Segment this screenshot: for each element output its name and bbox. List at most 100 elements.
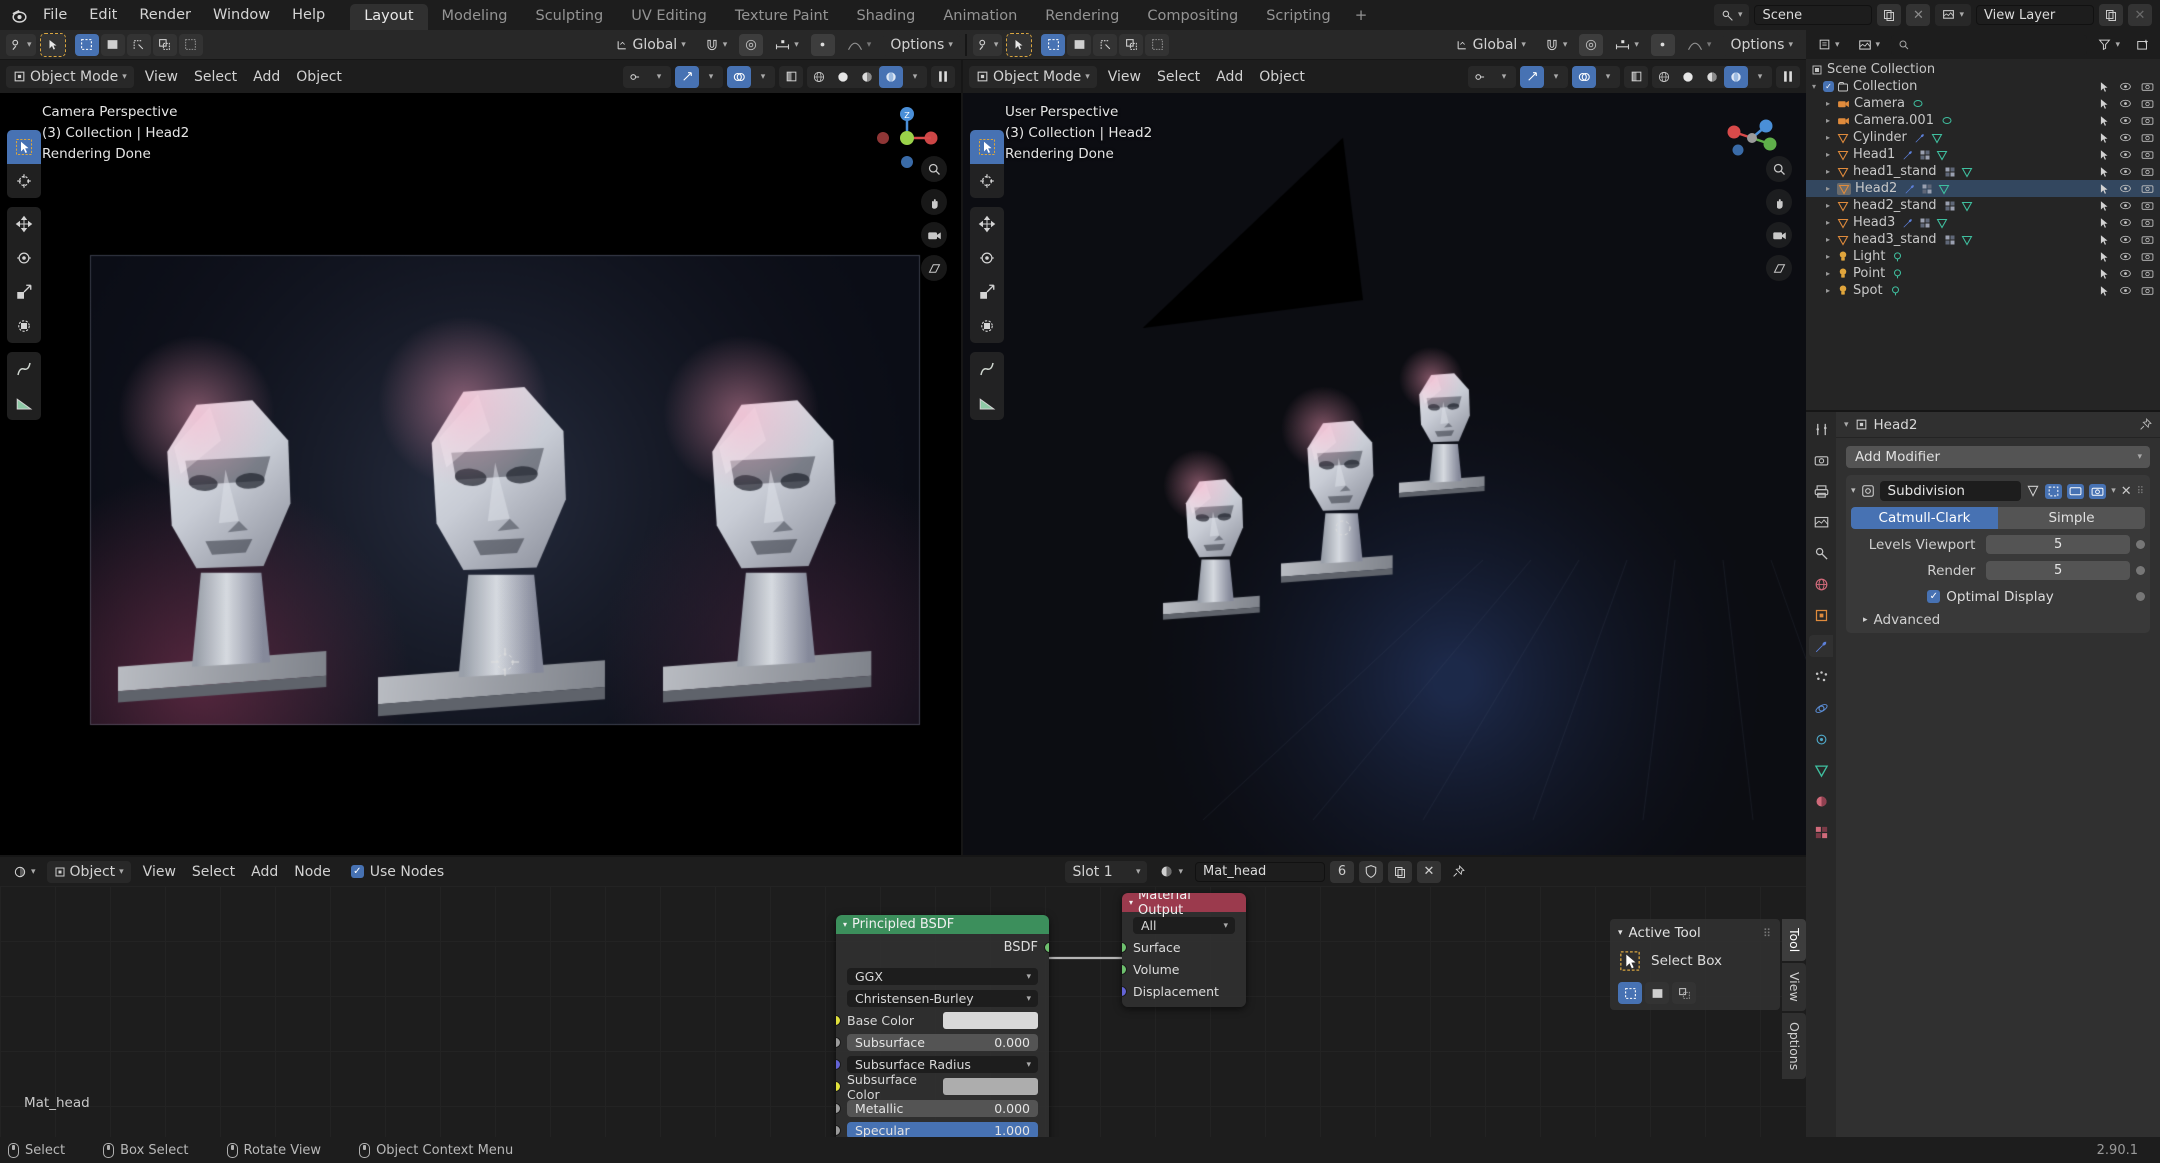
physics-tab[interactable] [1809,697,1833,719]
xray-toggle-icon-right[interactable] [1624,66,1648,88]
transform-tool[interactable] [7,309,41,343]
shader-menu-add[interactable]: Add [243,864,286,880]
mesh-data-icon[interactable] [1961,200,1973,212]
modifier-drag-handle-icon[interactable]: ⠿ [2137,486,2145,497]
pin-button[interactable] [1446,861,1470,883]
outliner-row-light[interactable]: ▸ Light [1806,248,2160,265]
workspace-tab-uv-editing[interactable]: UV Editing [617,4,721,30]
add-modifier-button[interactable]: Add Modifier ▾ [1846,446,2150,468]
outliner-expander-icon[interactable]: ▸ [1826,269,1837,278]
outliner-row-point[interactable]: ▸ Point [1806,265,2160,282]
light-data-icon[interactable] [1890,285,1901,297]
snap-target-toggle-right[interactable] [1650,33,1675,56]
select-toggle-icon[interactable] [2099,200,2110,212]
object-types-visibility-icon[interactable] [623,66,647,88]
select-extend-mode-right[interactable] [1119,33,1144,56]
particles-tab[interactable] [1809,666,1833,688]
world-tab[interactable] [1809,573,1833,595]
select-toggle-icon[interactable] [2099,183,2110,195]
input-socket-subsurface-color[interactable] [836,1081,841,1092]
node-collapse-icon[interactable]: ▾ [843,920,847,929]
zoom-icon[interactable] [921,156,947,182]
scale-tool-right[interactable] [970,275,1004,309]
xray-toggle-icon[interactable] [779,66,803,88]
material-browse-button[interactable]: ▾ [1152,861,1190,883]
pause-render-icon[interactable] [931,66,955,88]
viewport-left-menu-object[interactable]: Object [288,69,350,85]
editor-type-chevron-icon[interactable]: ▾ [1844,420,1849,430]
scale-tool[interactable] [7,275,41,309]
select-set-mode[interactable] [1618,982,1642,1004]
optimal-display-checkbox[interactable]: ✓ [1927,590,1941,603]
topbar-menu-edit[interactable]: Edit [78,4,128,26]
material-slot-selector[interactable]: Slot 1 ▾ [1065,860,1148,883]
tweak-tool-right[interactable] [970,130,1004,164]
mesh-data-icon[interactable] [1936,149,1948,161]
outliner-filter-button[interactable]: ▾ [2091,34,2127,56]
render-toggle-icon[interactable] [2141,149,2154,160]
gizmo-dropdown-icon[interactable]: ▾ [699,66,723,88]
outliner-expander-icon[interactable]: ▸ [1826,99,1837,108]
modifier-expander-icon[interactable]: ▾ [1851,486,1856,496]
shading-wireframe-icon-right[interactable] [1652,66,1676,88]
tweak-mode-button[interactable] [39,32,66,57]
transform-orientation-selector[interactable]: Global ▾ [609,34,693,56]
dropdown-subsurface-radius[interactable]: Subsurface Radius ▾ [847,1056,1038,1073]
snap-toggle-right[interactable]: ▾ [1538,34,1575,56]
proportional-edit-toggle-right[interactable] [1579,33,1604,56]
select-circle-mode-right[interactable] [1067,33,1092,56]
proportional-edit-toggle[interactable] [739,33,764,56]
workspace-tab-scripting[interactable]: Scripting [1252,4,1344,30]
shading-rendered-icon-right[interactable] [1724,65,1748,88]
object-mode-selector-left[interactable]: Object Mode ▾ [6,65,134,88]
select-subtract-mode-side[interactable] [1672,982,1696,1004]
cursor-tool-right[interactable] [970,164,1004,198]
outliner-row-scene-collection[interactable]: Scene Collection [1806,61,2160,78]
render-toggle-icon[interactable] [2141,268,2154,279]
move-tool[interactable] [7,207,41,241]
advanced-section-toggle[interactable]: ▸ Advanced [1851,612,2145,628]
outliner-row-spot[interactable]: ▸ Spot [1806,282,2160,299]
render-levels-field[interactable]: 5 [1986,561,2130,580]
hide-toggle-icon[interactable] [2119,234,2132,245]
shading-material-icon[interactable] [855,66,879,88]
hide-toggle-icon[interactable] [2119,251,2132,262]
tweak-tool[interactable] [7,130,41,164]
topbar-menu-window[interactable]: Window [202,4,281,26]
outliner-expander-icon[interactable]: ▸ [1826,286,1837,295]
input-socket-volume[interactable] [1122,964,1127,975]
select-box-mode[interactable] [74,33,99,56]
modifier-icon[interactable] [1902,149,1914,161]
modifier-name-field[interactable]: Subdivision [1879,481,2022,501]
ortho-persp-icon-right[interactable] [1766,255,1792,281]
color-swatch-base-color[interactable] [942,1012,1038,1029]
render-toggle-icon[interactable] [2141,166,2154,177]
shader-node-canvas[interactable]: ▾ Principled BSDF BSDF GGX ▾ Christensen-Burl… [0,886,1806,1137]
outliner-expander-icon[interactable]: ▸ [1826,167,1837,176]
outliner-row-collection[interactable]: ▾ ✓ Collection [1806,78,2160,95]
new-collection-button[interactable] [2131,34,2155,56]
render-toggle-icon[interactable] [2141,285,2154,296]
shader-menu-select[interactable]: Select [184,864,243,880]
viewport-user-perspective[interactable]: Object Mode ▾ View Select Add Object ▾ ▾… [963,60,1806,855]
cursor-tool[interactable] [7,164,41,198]
topbar-menu-file[interactable]: File [32,4,78,26]
pin-icon[interactable] [2139,418,2152,431]
scene-selector[interactable]: ▾ [1713,4,1750,26]
outliner-row-head1[interactable]: ▸ Head1 [1806,146,2160,163]
color-swatch-subsurface-color[interactable] [942,1078,1038,1095]
optimal-display-animate-dot[interactable] [2136,592,2145,601]
outliner-search-input[interactable] [1891,34,2088,55]
hide-toggle-icon[interactable] [2119,268,2132,279]
modifier-render-toggle[interactable] [2089,483,2107,499]
remove-viewlayer-button[interactable]: ✕ [2128,4,2152,26]
new-material-button[interactable] [1388,860,1412,883]
workspace-tab-modeling[interactable]: Modeling [428,4,522,30]
select-toggle-icon[interactable] [2099,217,2110,229]
pause-render-icon-right[interactable] [1776,66,1800,88]
optimal-display-toggle[interactable]: ✓ Optimal Display [1851,589,2130,605]
render-toggle-icon[interactable] [2141,183,2154,194]
constraints-tab[interactable] [1809,728,1833,750]
render-tab[interactable] [1809,449,1833,471]
input-socket-metallic[interactable] [836,1103,841,1114]
